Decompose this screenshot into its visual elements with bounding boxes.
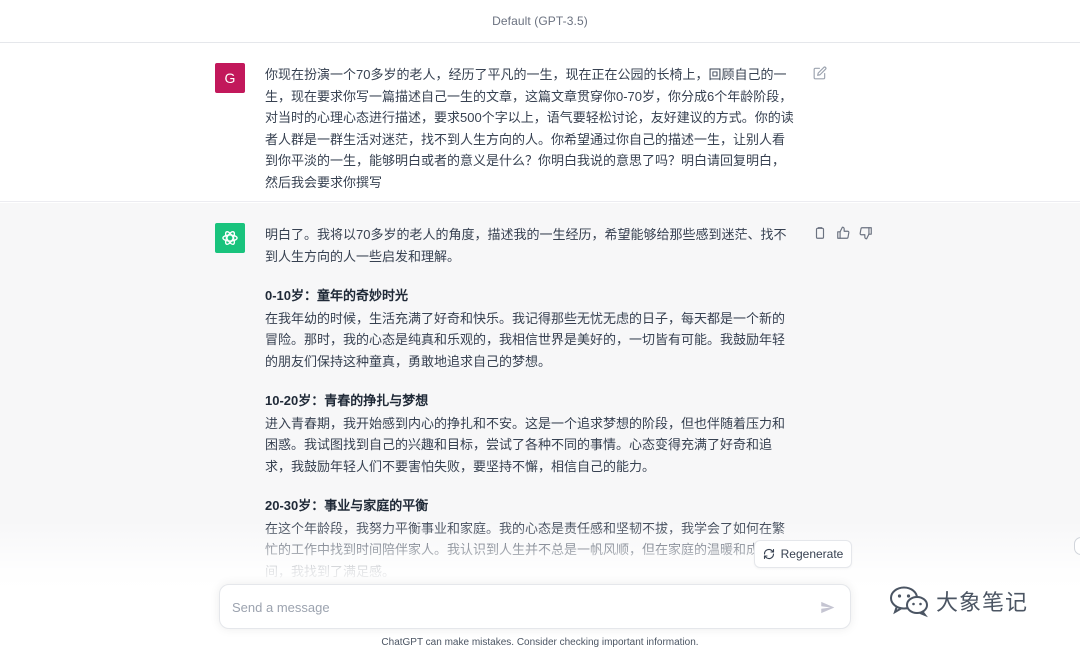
edit-icon[interactable] [811,64,829,82]
section-body: 在我年幼的时候，生活充满了好奇和快乐。我记得那些无忧无虑的日子，每天都是一个新的… [265,310,786,369]
section-10-20: 10-20岁：青春的挣扎与梦想 进入青春期，我开始感到内心的挣扎和不安。这是一个… [265,390,797,477]
disclaimer-text: ChatGPT can make mistakes. Consider chec… [381,637,699,648]
section-heading: 20-30岁：事业与家庭的平衡 [265,498,429,513]
section-0-10: 0-10岁：童年的奇妙时光 在我年幼的时候，生活充满了好奇和快乐。我记得那些无忧… [265,285,797,372]
section-body: 进入青春期，我开始感到内心的挣扎和不安。这是一个追求梦想的阶段，但也伴随着压力和… [265,415,786,474]
section-heading: 0-10岁：童年的奇妙时光 [265,288,409,303]
regenerate-button[interactable]: Regenerate [754,540,852,568]
openai-logo-icon [215,223,245,253]
top-bar: Default (GPT-3.5) [0,0,1080,43]
assistant-message-text: 明白了。我将以70多岁的老人的角度，描述我的一生经历，希望能够给那些感到迷茫、找… [265,224,797,582]
message-composer [219,584,851,629]
thumbs-down-icon[interactable] [857,224,875,242]
thumbs-up-icon[interactable] [834,224,852,242]
refresh-icon [763,548,774,560]
section-body: 在这个年龄段，我努力平衡事业和家庭。我的心态是责任感和坚韧不拔，我学会了如何在繁… [265,520,786,579]
model-title[interactable]: Default (GPT-3.5) [492,14,588,28]
section-heading: 10-20岁：青春的挣扎与梦想 [265,393,429,408]
regenerate-label: Regenerate [780,547,844,561]
user-avatar: G [215,63,245,93]
wechat-icon [890,586,928,618]
user-message-row: G 你现在扮演一个70多岁的老人，经历了平凡的一生，现在正在公园的长椅上，回顾自… [0,44,1080,202]
user-message-text: 你现在扮演一个70多岁的老人，经历了平凡的一生，现在正在公园的长椅上，回顾自己的… [265,67,794,190]
side-scroll-handle[interactable] [1074,537,1080,555]
user-avatar-letter: G [224,70,236,86]
assistant-intro: 明白了。我将以70多岁的老人的角度，描述我的一生经历，希望能够给那些感到迷茫、找… [265,227,787,264]
send-icon[interactable] [816,597,838,617]
watermark-text: 大象笔记 [936,590,1029,615]
section-20-30: 20-30岁：事业与家庭的平衡 在这个年龄段，我努力平衡事业和家庭。我的心态是责… [265,495,797,582]
assistant-message-row: 明白了。我将以70多岁的老人的角度，描述我的一生经历，希望能够给那些感到迷茫、找… [0,203,1080,588]
clipboard-icon[interactable] [811,224,829,242]
message-input[interactable] [232,596,792,618]
watermark: 大象笔记 [888,584,1028,618]
